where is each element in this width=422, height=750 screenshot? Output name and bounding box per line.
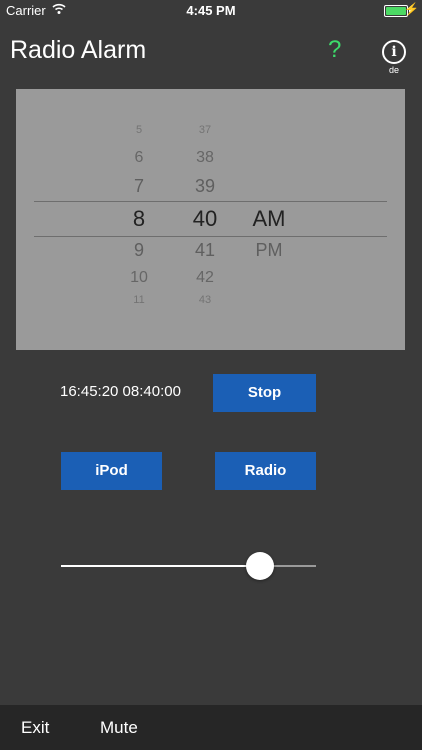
- hour-option-5[interactable]: 5: [119, 124, 159, 136]
- page-title: Radio Alarm: [10, 36, 147, 64]
- mute-button[interactable]: Mute: [100, 718, 138, 738]
- minute-option-40[interactable]: 40: [180, 206, 230, 232]
- period-option-am[interactable]: AM: [244, 206, 294, 232]
- help-button[interactable]: ?: [328, 36, 341, 64]
- picker-minutes-column[interactable]: 37 38 39 40 41 42 43: [180, 89, 230, 350]
- radio-button[interactable]: Radio: [215, 452, 316, 490]
- minute-option-37[interactable]: 37: [180, 124, 230, 136]
- minute-option-41[interactable]: 41: [180, 240, 230, 261]
- time-picker[interactable]: 5 6 7 8 9 10 11 37 38 39 40 41 42 43 AM PM: [16, 89, 405, 350]
- hour-option-6[interactable]: 6: [119, 149, 159, 167]
- bottom-toolbar: Exit Mute: [0, 705, 422, 750]
- status-time: 4:45 PM: [186, 3, 236, 18]
- volume-slider-thumb[interactable]: [245, 552, 274, 580]
- minute-option-38[interactable]: 38: [180, 149, 230, 167]
- info-button[interactable]: i: [382, 40, 406, 64]
- charging-icon: ⚡: [404, 2, 419, 16]
- period-option-pm[interactable]: PM: [244, 240, 294, 261]
- minute-option-43[interactable]: 43: [180, 294, 230, 306]
- status-bar: Carrier 4:45 PM ⚡: [0, 0, 422, 22]
- ipod-button[interactable]: iPod: [61, 452, 162, 490]
- picker-hours-column[interactable]: 5 6 7 8 9 10 11: [119, 89, 159, 350]
- minute-option-42[interactable]: 42: [180, 269, 230, 287]
- hour-option-11[interactable]: 11: [119, 294, 159, 306]
- picker-period-column[interactable]: AM PM: [244, 89, 294, 350]
- volume-slider-fill: [61, 565, 260, 567]
- hour-option-10[interactable]: 10: [119, 269, 159, 287]
- language-label: de: [388, 65, 399, 75]
- time-readout: 16:45:20 08:40:00: [60, 383, 181, 400]
- hour-option-9[interactable]: 9: [119, 240, 159, 261]
- exit-button[interactable]: Exit: [21, 718, 49, 738]
- stop-button[interactable]: Stop: [213, 374, 316, 412]
- minute-option-39[interactable]: 39: [180, 176, 230, 197]
- hour-option-7[interactable]: 7: [119, 176, 159, 197]
- hour-option-8[interactable]: 8: [119, 206, 159, 232]
